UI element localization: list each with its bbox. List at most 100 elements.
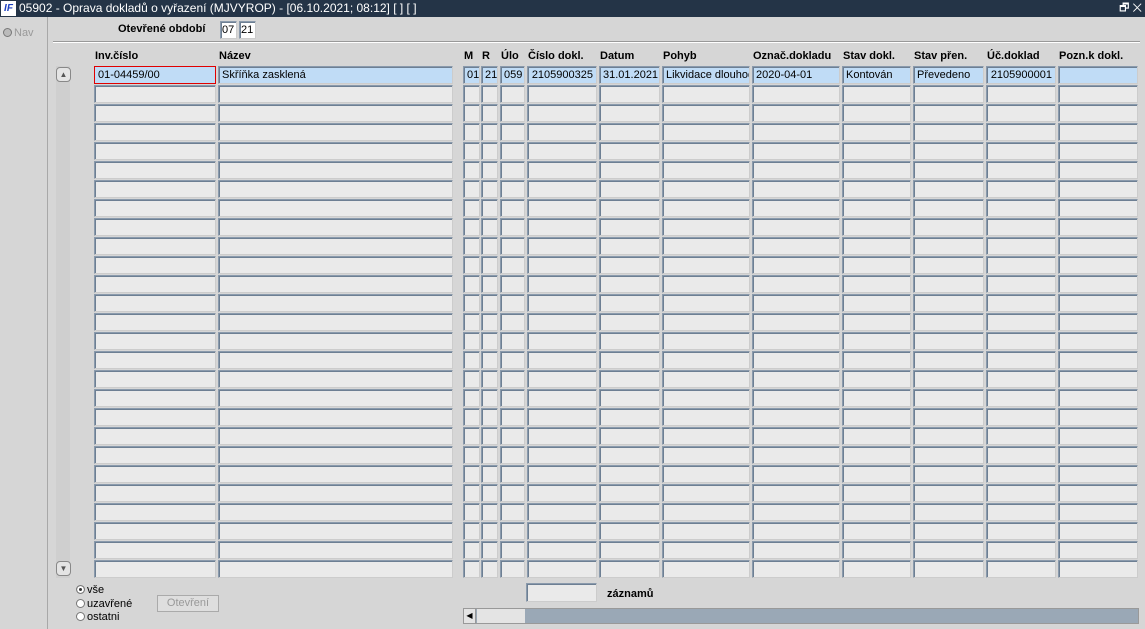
empty-cell[interactable] xyxy=(1058,142,1138,160)
filter-closed[interactable]: uzavřené xyxy=(76,598,132,610)
empty-cell[interactable] xyxy=(218,427,453,445)
empty-cell[interactable] xyxy=(94,370,216,388)
empty-cell[interactable] xyxy=(662,237,750,255)
empty-cell[interactable] xyxy=(481,199,498,217)
empty-cell[interactable] xyxy=(752,389,840,407)
empty-cell[interactable] xyxy=(218,560,453,578)
empty-cell[interactable] xyxy=(94,446,216,464)
empty-cell[interactable] xyxy=(913,294,984,312)
empty-cell[interactable] xyxy=(986,465,1056,483)
empty-cell[interactable] xyxy=(842,503,911,521)
empty-cell[interactable] xyxy=(599,370,660,388)
empty-cell[interactable] xyxy=(752,85,840,103)
empty-cell[interactable] xyxy=(913,370,984,388)
empty-cell[interactable] xyxy=(481,503,498,521)
empty-cell[interactable] xyxy=(662,142,750,160)
empty-cell[interactable] xyxy=(218,408,453,426)
empty-cell[interactable] xyxy=(842,294,911,312)
empty-cell[interactable] xyxy=(842,275,911,293)
empty-cell[interactable] xyxy=(842,161,911,179)
empty-cell[interactable] xyxy=(913,427,984,445)
empty-cell[interactable] xyxy=(481,465,498,483)
empty-cell[interactable] xyxy=(218,465,453,483)
table-cell[interactable] xyxy=(1058,66,1138,84)
empty-cell[interactable] xyxy=(599,541,660,559)
empty-cell[interactable] xyxy=(527,351,597,369)
empty-cell[interactable] xyxy=(986,218,1056,236)
empty-cell[interactable] xyxy=(986,389,1056,407)
empty-cell[interactable] xyxy=(662,427,750,445)
empty-cell[interactable] xyxy=(218,123,453,141)
empty-cell[interactable] xyxy=(500,560,525,578)
empty-cell[interactable] xyxy=(599,484,660,502)
empty-cell[interactable] xyxy=(842,218,911,236)
table-cell[interactable]: 01-04459/00 xyxy=(94,66,216,84)
empty-cell[interactable] xyxy=(527,199,597,217)
empty-cell[interactable] xyxy=(527,408,597,426)
empty-cell[interactable] xyxy=(463,104,480,122)
empty-cell[interactable] xyxy=(662,560,750,578)
empty-cell[interactable] xyxy=(94,484,216,502)
empty-cell[interactable] xyxy=(599,85,660,103)
filter-other[interactable]: ostatni xyxy=(76,611,119,623)
empty-cell[interactable] xyxy=(500,180,525,198)
empty-cell[interactable] xyxy=(218,180,453,198)
empty-cell[interactable] xyxy=(500,351,525,369)
empty-cell[interactable] xyxy=(913,142,984,160)
empty-cell[interactable] xyxy=(527,389,597,407)
empty-cell[interactable] xyxy=(500,446,525,464)
empty-cell[interactable] xyxy=(842,256,911,274)
empty-cell[interactable] xyxy=(599,465,660,483)
empty-cell[interactable] xyxy=(599,389,660,407)
empty-cell[interactable] xyxy=(842,332,911,350)
empty-cell[interactable] xyxy=(218,85,453,103)
empty-cell[interactable] xyxy=(500,142,525,160)
empty-cell[interactable] xyxy=(500,104,525,122)
empty-cell[interactable] xyxy=(1058,104,1138,122)
empty-cell[interactable] xyxy=(842,484,911,502)
empty-cell[interactable] xyxy=(481,237,498,255)
empty-cell[interactable] xyxy=(463,218,480,236)
empty-cell[interactable] xyxy=(752,313,840,331)
empty-cell[interactable] xyxy=(842,351,911,369)
empty-cell[interactable] xyxy=(527,123,597,141)
empty-cell[interactable] xyxy=(752,275,840,293)
empty-cell[interactable] xyxy=(94,275,216,293)
empty-cell[interactable] xyxy=(599,199,660,217)
empty-cell[interactable] xyxy=(94,332,216,350)
empty-cell[interactable] xyxy=(500,389,525,407)
empty-cell[interactable] xyxy=(481,123,498,141)
empty-cell[interactable] xyxy=(1058,522,1138,540)
empty-cell[interactable] xyxy=(662,313,750,331)
table-cell[interactable]: Likvidace dlouhod xyxy=(662,66,750,84)
empty-cell[interactable] xyxy=(662,256,750,274)
empty-cell[interactable] xyxy=(1058,199,1138,217)
empty-cell[interactable] xyxy=(218,104,453,122)
empty-cell[interactable] xyxy=(842,522,911,540)
empty-cell[interactable] xyxy=(752,256,840,274)
empty-cell[interactable] xyxy=(913,85,984,103)
empty-cell[interactable] xyxy=(662,408,750,426)
empty-cell[interactable] xyxy=(986,351,1056,369)
empty-cell[interactable] xyxy=(463,503,480,521)
empty-cell[interactable] xyxy=(218,484,453,502)
empty-cell[interactable] xyxy=(913,465,984,483)
empty-cell[interactable] xyxy=(662,541,750,559)
empty-cell[interactable] xyxy=(463,180,480,198)
empty-cell[interactable] xyxy=(599,332,660,350)
empty-cell[interactable] xyxy=(599,560,660,578)
empty-cell[interactable] xyxy=(527,484,597,502)
empty-cell[interactable] xyxy=(500,85,525,103)
empty-cell[interactable] xyxy=(599,218,660,236)
period-year-field[interactable]: 21 xyxy=(239,21,256,39)
empty-cell[interactable] xyxy=(986,427,1056,445)
empty-cell[interactable] xyxy=(527,541,597,559)
empty-cell[interactable] xyxy=(986,104,1056,122)
empty-cell[interactable] xyxy=(986,180,1056,198)
empty-cell[interactable] xyxy=(500,370,525,388)
empty-cell[interactable] xyxy=(500,256,525,274)
empty-cell[interactable] xyxy=(1058,275,1138,293)
empty-cell[interactable] xyxy=(662,275,750,293)
empty-cell[interactable] xyxy=(463,142,480,160)
empty-cell[interactable] xyxy=(752,218,840,236)
